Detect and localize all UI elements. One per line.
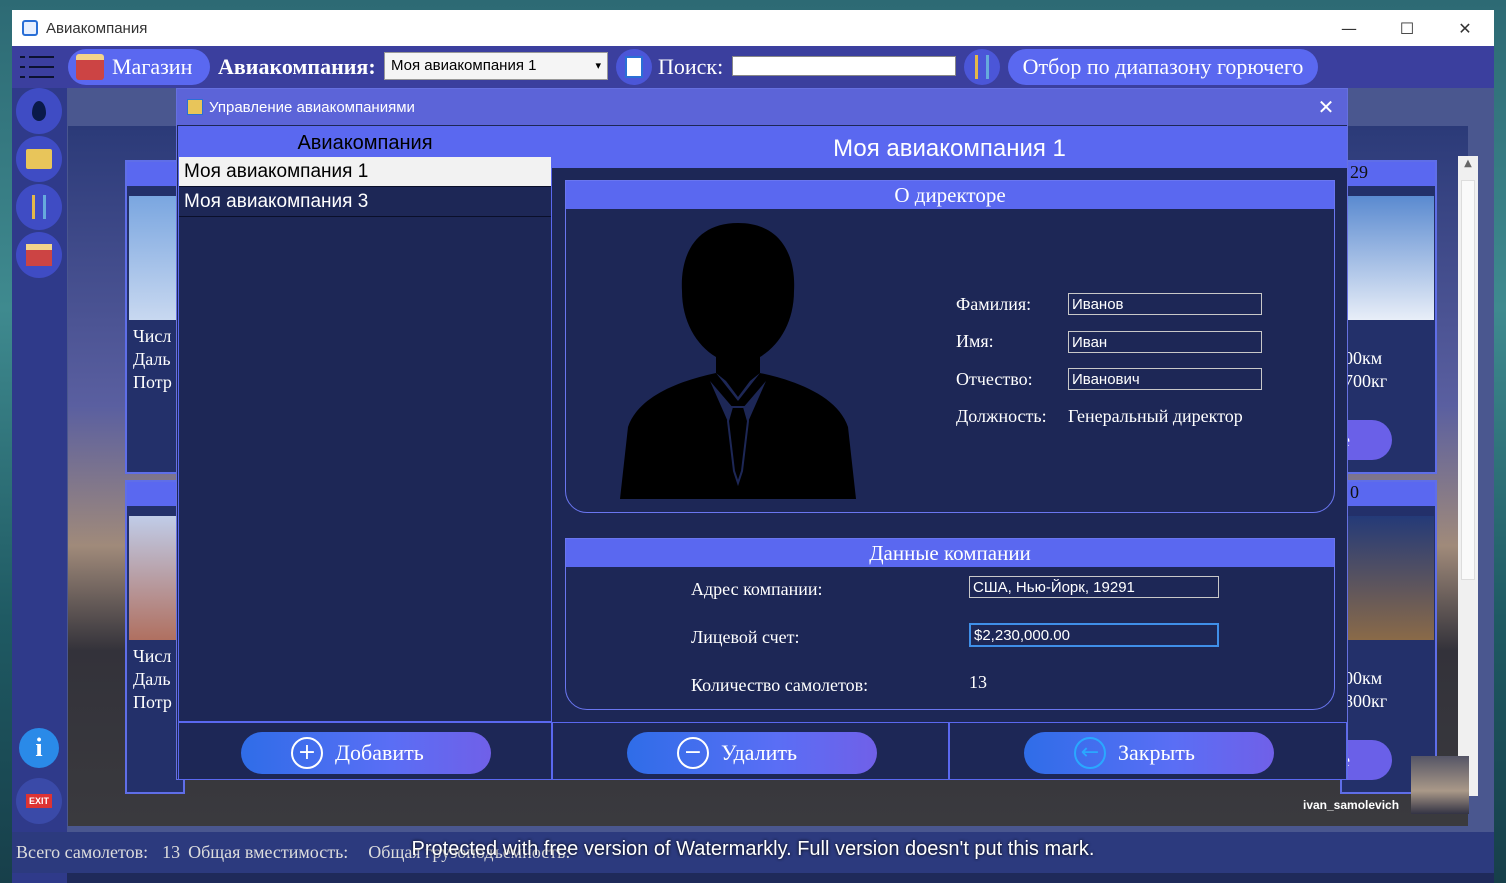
webcam-overlay	[1411, 756, 1469, 814]
minus-circle-icon: −	[677, 737, 709, 769]
fuel-drop-icon[interactable]	[16, 88, 62, 134]
company-data-group: Данные компании Адрес компании: Лицевой …	[565, 538, 1335, 710]
card-text: Числ	[133, 646, 172, 666]
window-title: Авиакомпания	[46, 19, 148, 37]
add-button-bar: + Добавить	[178, 722, 552, 780]
delete-button[interactable]: − Удалить	[627, 732, 877, 774]
airline-select-value: Моя авиакомпания 1	[391, 57, 537, 74]
patronymic-field[interactable]	[1068, 368, 1262, 390]
card-text: Даль	[133, 669, 171, 689]
close-button[interactable]: ← Закрыть	[1024, 732, 1274, 774]
close-button-label: Закрыть	[1118, 740, 1195, 765]
card-head-text: 0	[1350, 482, 1359, 502]
plane-image	[1348, 516, 1434, 640]
company-list-item[interactable]: Моя авиакомпания 1	[179, 157, 551, 187]
position-label: Должность:	[956, 406, 1047, 426]
plane-image	[129, 516, 179, 640]
delete-button-bar: − Удалить	[552, 722, 949, 780]
company-list-panel: Авиакомпания Моя авиакомпания 1 Моя авиа…	[178, 126, 552, 722]
director-section-title: О директоре	[566, 181, 1334, 209]
card-text: 00км	[1344, 668, 1383, 688]
card-text: Потр	[133, 692, 172, 712]
director-group: О директоре Фамилия: Имя: Отчество: Долж…	[565, 180, 1335, 513]
add-button-label: Добавить	[335, 740, 424, 765]
account-field[interactable]	[969, 623, 1219, 647]
content-scrollbar[interactable]: ▲	[1458, 156, 1478, 796]
close-window-button[interactable]: ✕	[1436, 10, 1494, 46]
notes-icon[interactable]	[616, 49, 652, 85]
airline-management-dialog: Управление авиакомпаниями ✕ Авиакомпания…	[176, 88, 1348, 780]
info-icon[interactable]: i	[19, 728, 59, 768]
card-text: Потр	[133, 372, 172, 392]
sort-icon[interactable]	[16, 184, 62, 230]
watermark: Protected with free version of Watermark…	[411, 838, 1095, 860]
scroll-up-icon[interactable]: ▲	[1460, 158, 1476, 176]
delete-button-label: Удалить	[721, 740, 798, 765]
first-name-label: Имя:	[956, 331, 994, 351]
sidebar: i EXIT	[12, 88, 67, 883]
company-list-header: Авиакомпания	[179, 127, 551, 157]
card-text: Даль	[133, 349, 171, 369]
dialog-close-button[interactable]: ✕	[1311, 93, 1341, 121]
user-name: ivan_samolevich	[1303, 798, 1400, 812]
fuel-filter-button[interactable]: Отбор по диапазону горючего	[1008, 49, 1318, 85]
company-list-item[interactable]: Моя авиакомпания 3	[179, 187, 551, 217]
plane-image	[1348, 196, 1434, 320]
arrow-left-circle-icon: ←	[1074, 737, 1106, 769]
planes-count-value: 13	[969, 672, 987, 692]
search-label: Поиск:	[658, 54, 724, 79]
director-avatar-icon	[620, 223, 856, 499]
patronymic-label: Отчество:	[956, 369, 1033, 389]
folder-icon[interactable]	[16, 136, 62, 182]
airline-label: Авиакомпания:	[218, 54, 376, 79]
shop-button[interactable]: Магазин	[68, 49, 210, 85]
dialog-title-bar: Управление авиакомпаниями	[177, 89, 1347, 125]
selected-company-title: Моя авиакомпания 1	[552, 126, 1347, 168]
dialog-title: Управление авиакомпаниями	[209, 98, 415, 116]
plus-circle-icon: +	[291, 737, 323, 769]
plane-image	[129, 196, 179, 320]
card-text: 700кг	[1344, 371, 1388, 391]
scroll-thumb[interactable]	[1461, 180, 1475, 580]
exit-icon[interactable]: EXIT	[16, 778, 62, 824]
app-icon	[22, 20, 38, 36]
maximize-button[interactable]: ☐	[1378, 10, 1436, 46]
card-head-text: 29	[1350, 162, 1368, 182]
planes-count-label: Количество самолетов:	[691, 675, 869, 695]
airline-select[interactable]: Моя авиакомпания 1 ▾	[384, 52, 608, 80]
plane-card-4: 0 00км 800кг е	[1332, 480, 1437, 794]
toolbar: Магазин Авиакомпания: Моя авиакомпания 1…	[12, 46, 1494, 88]
last-name-label: Фамилия:	[956, 294, 1032, 314]
card-text: 800кг	[1344, 691, 1388, 711]
menu-icon[interactable]	[20, 52, 54, 82]
dialog-app-icon	[187, 99, 203, 115]
position-value: Генеральный директор	[1068, 406, 1243, 426]
card-text: Числ	[133, 326, 172, 346]
sort-filter-icon[interactable]	[964, 49, 1000, 85]
account-label: Лицевой счет:	[691, 627, 800, 647]
last-name-field[interactable]	[1068, 293, 1262, 315]
address-label: Адрес компании:	[691, 579, 823, 599]
shop-icon	[76, 54, 104, 80]
shop-label: Магазин	[112, 54, 193, 79]
address-field[interactable]	[969, 576, 1219, 598]
search-input[interactable]	[732, 56, 956, 76]
card-text: 00км	[1344, 348, 1383, 368]
close-button-bar: ← Закрыть	[949, 722, 1347, 780]
add-button[interactable]: + Добавить	[241, 732, 491, 774]
shop-icon-side[interactable]	[16, 232, 62, 278]
title-bar: Авиакомпания — ☐ ✕	[12, 10, 1494, 46]
plane-card-3: 29 00км 700кг е	[1332, 160, 1437, 474]
chevron-down-icon: ▾	[595, 59, 601, 72]
minimize-button[interactable]: —	[1320, 10, 1378, 46]
first-name-field[interactable]	[1068, 331, 1262, 353]
company-section-title: Данные компании	[566, 539, 1334, 567]
